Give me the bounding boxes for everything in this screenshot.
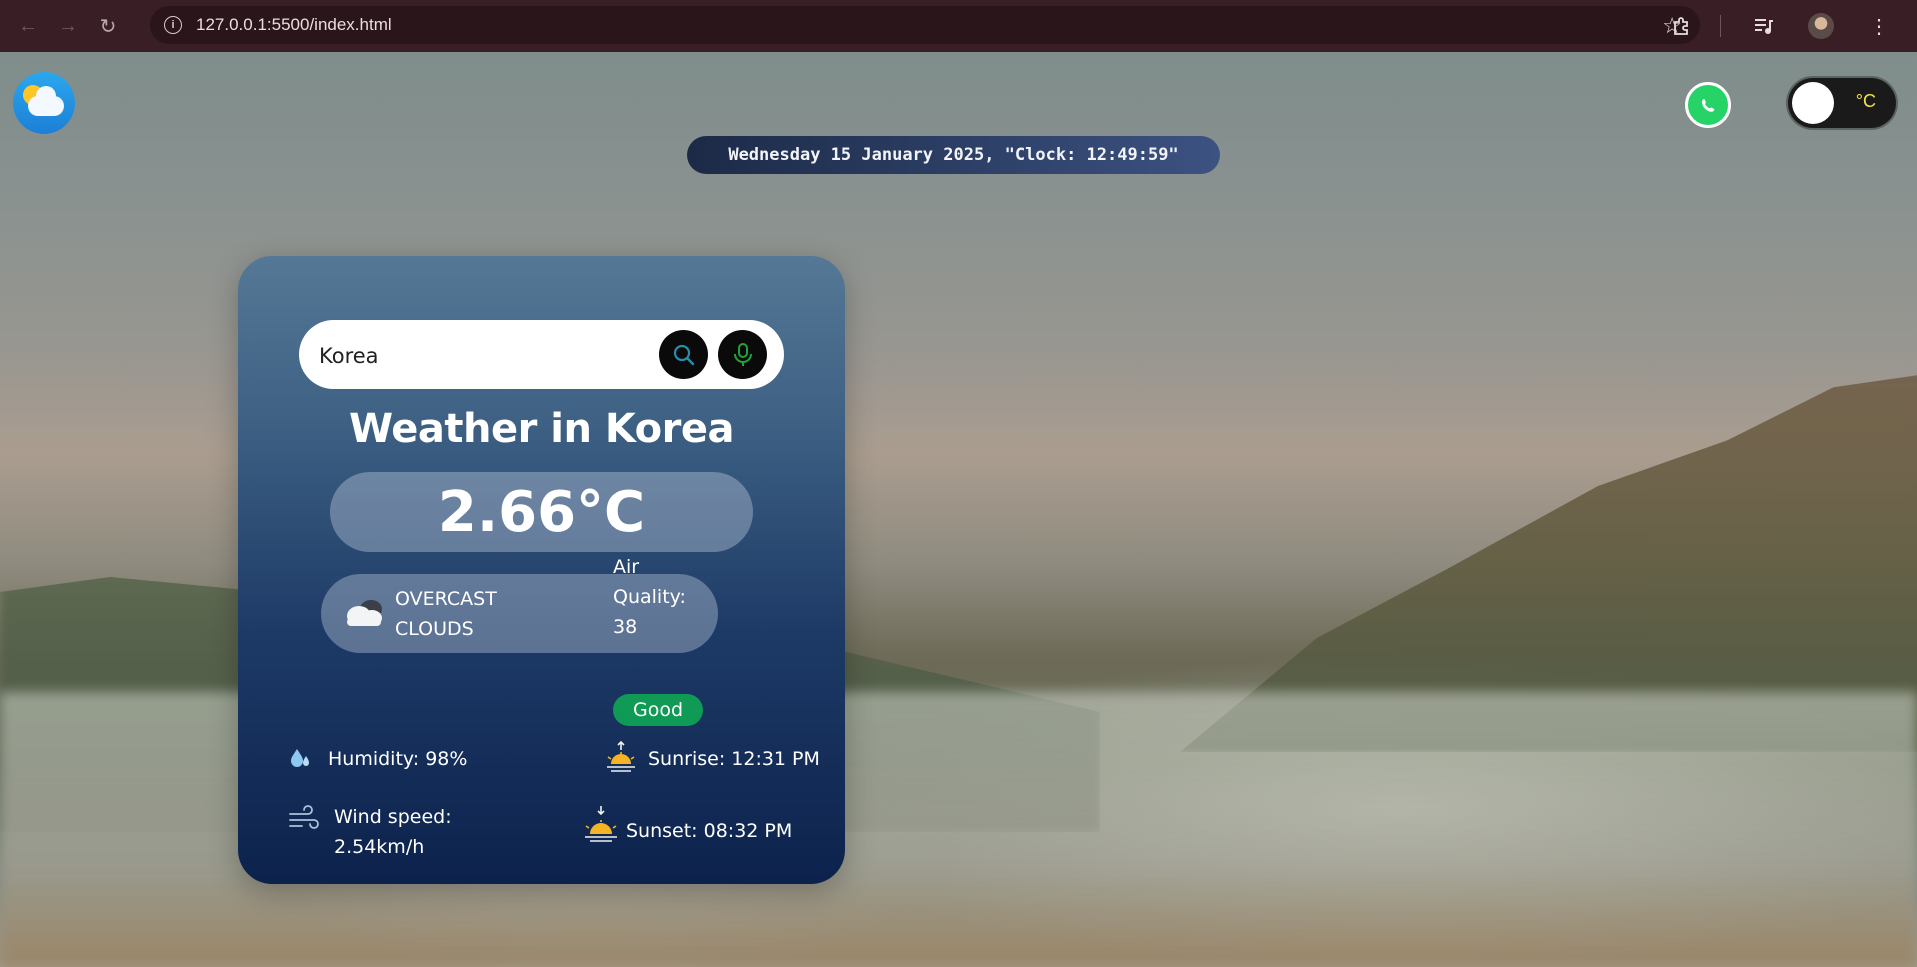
weather-page: °C Wednesday 15 January 2025, "Clock: 12…	[0, 52, 1917, 967]
media-icon[interactable]	[1743, 6, 1783, 46]
site-info-icon[interactable]: i	[164, 16, 182, 34]
date-clock: Wednesday 15 January 2025, "Clock: 12:49…	[687, 136, 1220, 174]
condition-text: OVERCAST CLOUDS	[395, 588, 497, 640]
menu-icon[interactable]: ⋮	[1859, 6, 1899, 46]
air-quality-badge: Good	[613, 694, 703, 726]
toolbar-separator	[1720, 15, 1721, 37]
browser-toolbar: ← → ↻ i 127.0.0.1:5500/index.html ☆ ⋮	[0, 0, 1917, 52]
weather-title: Weather in Korea	[349, 406, 734, 452]
wind-text: Wind speed: 2.54km/h	[334, 806, 452, 858]
search-input[interactable]	[317, 336, 651, 376]
temperature-value: 2.66°C	[437, 479, 646, 545]
voice-search-button[interactable]	[718, 330, 767, 379]
microphone-icon	[733, 342, 752, 366]
wind-icon	[289, 805, 319, 829]
temperature-display: 2.66°C	[330, 472, 753, 552]
whatsapp-icon[interactable]	[1685, 82, 1731, 128]
unit-toggle[interactable]: °C	[1788, 78, 1896, 128]
search-icon	[673, 344, 694, 365]
weather-logo-icon[interactable]	[13, 72, 75, 134]
reload-icon[interactable]: ↻	[94, 12, 122, 40]
address-bar[interactable]: i 127.0.0.1:5500/index.html ☆	[150, 6, 1700, 44]
search-bar	[299, 320, 784, 389]
sunrise-icon	[607, 740, 635, 772]
sunset-icon	[585, 806, 617, 842]
sunrise-text: Sunrise: 12:31 PM	[648, 748, 820, 770]
air-quality-label: Air Quality: 38	[613, 556, 686, 638]
profile-avatar[interactable]	[1801, 6, 1841, 46]
humidity-icon	[291, 749, 309, 767]
search-button[interactable]	[659, 330, 708, 379]
toggle-knob[interactable]	[1792, 82, 1834, 124]
humidity-text: Humidity: 98%	[328, 748, 468, 770]
forward-icon[interactable]: →	[54, 12, 82, 40]
back-icon[interactable]: ←	[14, 12, 42, 40]
sunset-text: Sunset: 08:32 PM	[626, 820, 793, 842]
weather-card: Weather in Korea 2.66°C OVERCAST CLOUDS …	[238, 256, 845, 884]
cloud-icon	[347, 600, 382, 626]
address-url[interactable]: 127.0.0.1:5500/index.html	[196, 15, 392, 35]
extensions-icon[interactable]	[1662, 6, 1702, 46]
unit-label: °C	[1855, 91, 1876, 111]
